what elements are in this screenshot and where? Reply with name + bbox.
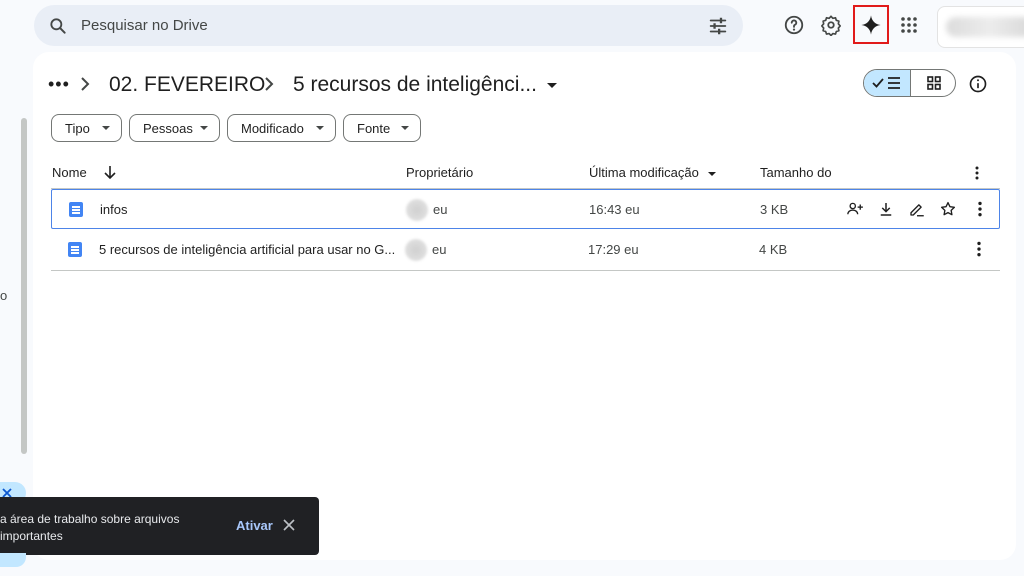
filter-chip-modificado[interactable]: Modificado [227,114,336,142]
share-person-icon[interactable] [846,200,864,218]
file-size: 3 KB [760,202,789,217]
breadcrumb-more[interactable]: ••• [48,71,70,97]
filter-chip-label: Fonte [357,120,391,136]
left-scrollbar[interactable] [21,118,27,454]
apps-button[interactable] [896,12,922,38]
breadcrumb-current[interactable]: 5 recursos de inteligênci... [293,72,557,98]
table-row[interactable]: 5 recursos de inteligência artificial pa… [51,230,1000,270]
breadcrumb-current-label: 5 recursos de inteligênci... [293,73,537,96]
snackbar-message: a área de trabalho sobre arquivos import… [0,511,200,545]
filter-chip-fonte[interactable]: Fonte [343,114,421,142]
file-name: infos [100,202,128,217]
more-vert-icon[interactable] [971,200,989,218]
caret-down-icon [200,126,208,130]
caret-down-icon [316,126,324,130]
main-panel: ••• 02. FEVEREIRO 5 recursos de inteligê… [33,52,1016,560]
help-icon [784,15,804,35]
settings-icon [821,15,841,36]
search-icon[interactable] [48,16,68,36]
download-icon[interactable] [877,200,895,218]
filter-settings-icon[interactable] [707,15,729,37]
caret-down-icon [708,171,717,176]
file-owner: eu [432,242,447,257]
star-icon[interactable] [939,200,957,218]
view-toggle [863,69,956,97]
table-row[interactable]: infos eu 16:43 eu 3 KB [51,189,1000,229]
list-view-icon [872,77,900,89]
account-area[interactable] [937,6,1024,48]
file-size: 4 KB [759,242,788,257]
search-input[interactable]: Pesquisar no Drive [81,17,208,34]
chevron-right-icon [81,77,90,91]
file-modified: 17:29 eu [588,242,639,257]
rename-pen-icon[interactable] [908,200,926,218]
close-icon[interactable] [282,518,296,532]
caret-down-icon [102,126,110,130]
column-header-name[interactable]: Nome [52,165,87,180]
grid-view-button[interactable] [911,70,955,96]
top-bar: Pesquisar no Drive [0,0,1024,52]
column-header-modified[interactable]: Última modificação [589,165,717,180]
caret-down-icon [546,82,557,88]
gemini-sparkle-icon [861,14,881,35]
caret-down-icon [401,126,409,130]
column-header-owner[interactable]: Proprietário [406,165,473,180]
side-tab-bottom [0,553,26,567]
filter-chip-label: Pessoas [143,120,193,136]
file-modified: 16:43 eu [589,202,640,217]
gemini-button[interactable] [853,5,889,44]
file-owner: eu [433,202,448,217]
more-vert-icon[interactable] [971,165,983,181]
doc-icon [68,242,82,257]
chevron-right-icon [265,77,274,91]
column-header-modified-label: Última modificação [589,165,699,180]
row-divider [51,270,1000,271]
info-icon[interactable] [968,74,988,94]
grid-view-icon [926,76,941,90]
settings-button[interactable] [818,12,844,38]
avatar [405,239,427,261]
list-view-button[interactable] [864,70,911,96]
column-header-size[interactable]: Tamanho do [760,165,832,180]
snackbar-line-2: importantes [0,529,63,543]
filter-chip-label: Tipo [65,120,90,136]
filter-chip-pessoas[interactable]: Pessoas [129,114,220,142]
snackbar: a área de trabalho sobre arquivos import… [0,497,319,555]
snackbar-line-1: a área de trabalho sobre arquivos [0,512,180,526]
file-name: 5 recursos de inteligência artificial pa… [99,242,396,257]
help-button[interactable] [781,12,807,38]
breadcrumb-parent[interactable]: 02. FEVEREIRO [109,72,265,98]
apps-grid-icon [901,17,917,33]
search-bar[interactable]: Pesquisar no Drive [34,5,743,46]
filter-chip-label: Modificado [241,120,304,136]
snackbar-action-button[interactable]: Ativar [236,518,273,533]
avatar [406,199,428,221]
doc-icon [69,202,83,217]
sort-arrow-icon[interactable] [103,164,117,180]
account-blur [946,17,1024,37]
left-edge-glyph: o [0,288,8,303]
filter-chip-tipo[interactable]: Tipo [51,114,122,142]
more-vert-icon[interactable] [970,240,988,258]
